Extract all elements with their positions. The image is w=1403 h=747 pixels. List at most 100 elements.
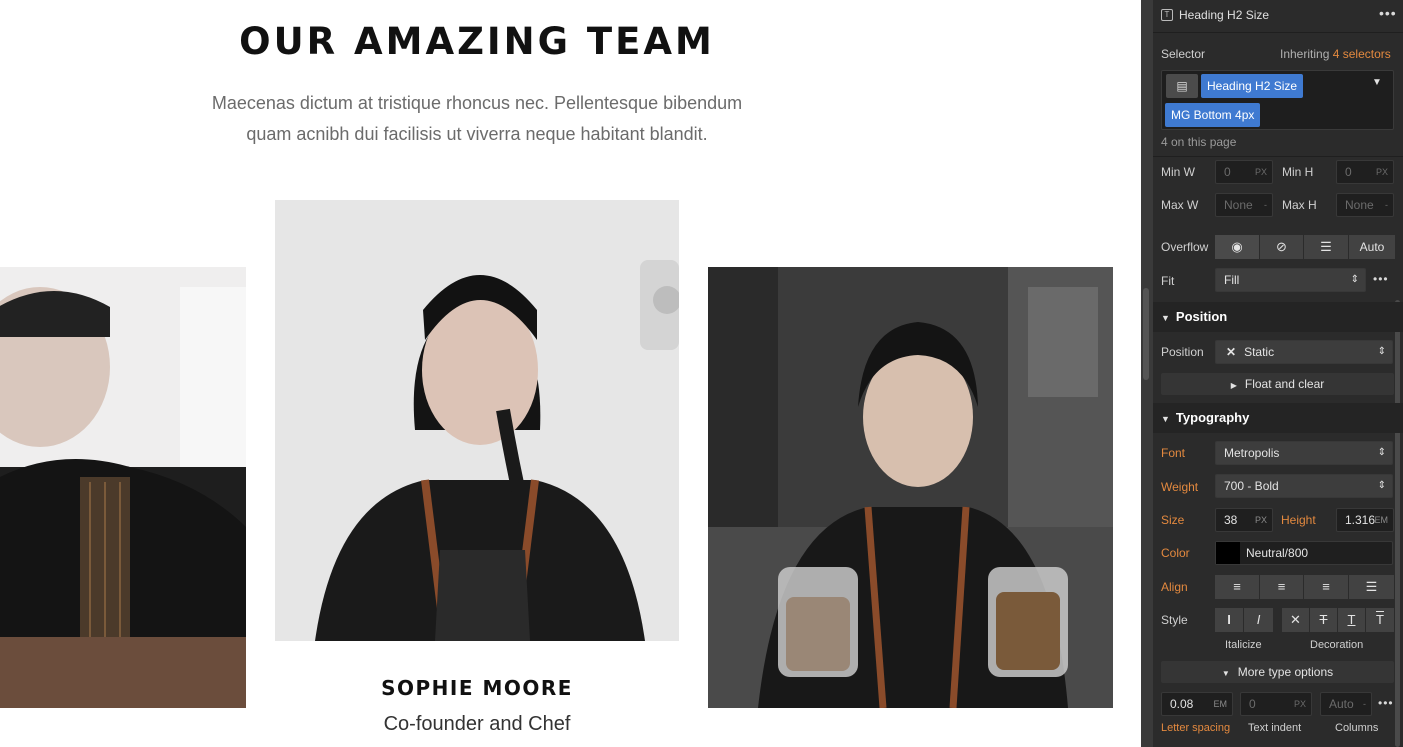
line-height-value: 1.316 [1345, 513, 1376, 527]
designer-canvas: OUR AMAZING TEAM Maecenas dictum at tris… [0, 0, 1141, 747]
max-h-input[interactable]: None - [1336, 193, 1394, 217]
selector-mode-icon[interactable]: ▤ [1166, 74, 1198, 98]
fit-select[interactable]: Fill ⇕ [1215, 268, 1366, 292]
strikethrough-icon[interactable]: T [1310, 608, 1338, 632]
underline-icon[interactable]: T [1338, 608, 1366, 632]
float-and-clear-toggle[interactable]: ▶ Float and clear [1161, 373, 1394, 395]
header-menu-button[interactable]: ••• [1379, 5, 1397, 21]
color-swatch[interactable] [1216, 542, 1240, 564]
min-h-input[interactable]: 0 PX [1336, 160, 1394, 184]
member-role[interactable]: Co-founder and Chef [275, 713, 679, 736]
line-height-unit[interactable]: EM [1375, 509, 1389, 531]
max-w-label: Max W [1161, 198, 1199, 212]
caret-down-icon: ▼ [1161, 414, 1170, 424]
decoration-caption: Decoration [1310, 639, 1364, 651]
align-label: Align [1161, 580, 1188, 594]
overflow-label: Overflow [1161, 240, 1209, 254]
align-justify-icon[interactable]: ☰ [1349, 575, 1394, 599]
overline-icon[interactable]: T [1366, 608, 1394, 632]
weight-label: Weight [1161, 480, 1199, 494]
max-w-unit[interactable]: - [1264, 194, 1267, 216]
max-h-value: None [1345, 198, 1374, 212]
columns-unit[interactable]: - [1363, 693, 1366, 715]
position-section-title: Position [1175, 309, 1228, 324]
typography-section-title: Typography [1175, 410, 1250, 425]
inheriting-info[interactable]: Inheriting 4 selectors [1280, 47, 1391, 61]
selected-element-title: Heading H2 Size [1179, 8, 1270, 22]
min-h-label: Min H [1282, 165, 1314, 179]
color-field[interactable]: Neutral/800 [1215, 541, 1393, 565]
italic-icon[interactable]: I [1244, 608, 1273, 632]
panel-scrollbar-thumb[interactable] [1143, 288, 1149, 380]
overflow-auto-option[interactable]: Auto [1349, 235, 1395, 259]
more-type-options-label: More type options [1237, 665, 1334, 679]
select-arrows-icon: ⇕ [1350, 274, 1359, 285]
scroll-icon[interactable]: ☰ [1304, 235, 1349, 259]
letter-spacing-unit[interactable]: EM [1214, 693, 1228, 715]
weight-select[interactable]: 700 - Bold ⇕ [1215, 474, 1393, 498]
weight-value: 700 - Bold [1224, 479, 1279, 493]
font-size-value: 38 [1224, 513, 1238, 527]
select-arrows-icon: ⇕ [1377, 346, 1386, 357]
font-size-unit[interactable]: PX [1255, 509, 1267, 531]
position-section-header[interactable]: ▼ Position [1153, 302, 1403, 332]
eye-off-icon[interactable]: ⊘ [1260, 235, 1304, 259]
selector-label: Selector [1161, 47, 1206, 61]
align-center-icon[interactable]: ≡ [1260, 575, 1304, 599]
text-indent-value: 0 [1249, 697, 1256, 711]
min-h-value: 0 [1345, 165, 1352, 179]
position-select[interactable]: ✕ Static ⇕ [1215, 340, 1393, 364]
panel-scrollbar-track[interactable] [1141, 0, 1153, 747]
divider [1153, 156, 1403, 157]
subtitle-line-2: quam acnibh dui facilisis ut viverra neq… [246, 124, 708, 144]
min-w-unit[interactable]: PX [1255, 161, 1267, 183]
line-height-input[interactable]: 1.316 EM [1336, 508, 1394, 532]
align-left-icon[interactable]: ≡ [1215, 575, 1260, 599]
min-w-input[interactable]: 0 PX [1215, 160, 1273, 184]
divider [1153, 32, 1403, 33]
chevron-down-icon[interactable]: ▼ [1372, 77, 1382, 88]
team-photo-right[interactable] [708, 267, 1113, 708]
selector-chip-heading[interactable]: Heading H2 Size [1201, 74, 1304, 98]
columns-input[interactable]: Auto - [1320, 692, 1372, 716]
more-type-options-toggle[interactable]: ▼ More type options [1161, 661, 1394, 683]
eye-icon[interactable]: ◉ [1215, 235, 1260, 259]
font-select[interactable]: Metropolis ⇕ [1215, 441, 1393, 465]
letter-spacing-value: 0.08 [1170, 697, 1194, 711]
type-more-button[interactable]: ••• [1378, 696, 1394, 710]
min-h-unit[interactable]: PX [1376, 161, 1388, 183]
typography-section-header[interactable]: ▼ Typography [1153, 403, 1403, 433]
text-indent-input[interactable]: 0 PX [1240, 692, 1312, 716]
align-right-icon[interactable]: ≡ [1304, 575, 1349, 599]
panel-inner-scrollbar[interactable] [1395, 300, 1400, 747]
max-w-value: None [1224, 198, 1253, 212]
section-subtitle[interactable]: Maecenas dictum at tristique rhoncus nec… [160, 88, 794, 150]
line-height-label: Height [1281, 513, 1316, 527]
decoration-segmented: ✕ T T T [1282, 608, 1394, 632]
max-h-unit[interactable]: - [1385, 194, 1388, 216]
inheriting-count[interactable]: 4 selectors [1333, 47, 1391, 61]
selector-chip-margin[interactable]: MG Bottom 4px [1165, 103, 1261, 127]
close-icon: ✕ [1226, 345, 1237, 359]
section-heading[interactable]: OUR AMAZING TEAM [0, 20, 954, 63]
team-photo-left[interactable] [0, 267, 246, 708]
team-photo-center[interactable] [275, 200, 679, 641]
italicize-caption: Italicize [1225, 639, 1262, 651]
fit-more-button[interactable]: ••• [1373, 272, 1389, 286]
select-arrows-icon: ⇕ [1377, 480, 1386, 491]
letter-spacing-input[interactable]: 0.08 EM [1161, 692, 1233, 716]
columns-value: Auto [1329, 697, 1354, 711]
italic-off-icon[interactable]: I [1215, 608, 1244, 632]
italic-segmented: I I [1215, 608, 1273, 632]
selector-field[interactable]: ▤ Heading H2 Size ▼ MG Bottom 4px [1161, 70, 1394, 130]
decoration-none-icon[interactable]: ✕ [1282, 608, 1310, 632]
member-name[interactable]: SOPHIE MOORE [275, 676, 679, 700]
max-w-input[interactable]: None - [1215, 193, 1273, 217]
columns-caption: Columns [1335, 722, 1379, 734]
fit-label: Fit [1161, 274, 1175, 288]
font-value: Metropolis [1224, 446, 1280, 460]
text-indent-caption: Text indent [1248, 722, 1302, 734]
font-size-input[interactable]: 38 PX [1215, 508, 1273, 532]
text-indent-unit[interactable]: PX [1294, 693, 1306, 715]
style-label: Style [1161, 613, 1188, 627]
